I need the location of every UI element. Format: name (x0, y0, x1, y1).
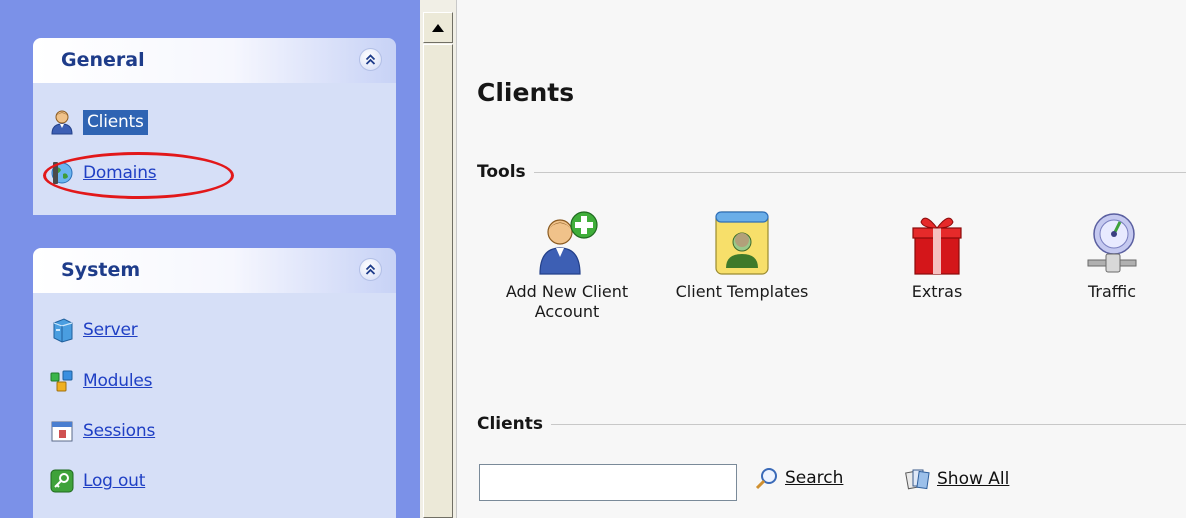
sidebar-item-sessions-label: Sessions (83, 421, 156, 441)
double-chevron-up-icon (365, 264, 376, 275)
sidebar-item-logout-label: Log out (83, 471, 146, 491)
domains-highlight-annotation (43, 152, 234, 199)
client-search-input[interactable] (479, 464, 737, 501)
tool-add-new-client[interactable]: Add New Client Account (487, 208, 647, 322)
main-content: Clients Tools Add New Client Account Cli… (457, 0, 1186, 518)
traffic-gauge-icon (1079, 208, 1145, 278)
server-box-icon (49, 317, 75, 343)
gift-icon (904, 208, 970, 278)
tool-extras-label: Extras (911, 282, 963, 301)
double-chevron-up-icon (365, 54, 376, 65)
tool-client-templates-label: Client Templates (675, 282, 809, 301)
clients-section-divider (477, 424, 1186, 425)
add-client-icon (534, 208, 600, 278)
client-user-icon (49, 109, 75, 135)
tool-extras[interactable]: Extras (877, 208, 997, 302)
logout-key-icon (49, 468, 75, 494)
sidebar-item-server-label: Server (83, 320, 138, 340)
panel-general-header[interactable]: General (33, 38, 396, 83)
sidebar-item-server[interactable]: Server (49, 315, 138, 345)
panel-system-title: System (61, 259, 141, 281)
panel-system-body: Server Modules Sessions Log out (33, 293, 396, 518)
scroll-up-button[interactable] (423, 12, 453, 43)
magnifier-icon (755, 468, 777, 490)
search-button[interactable]: Search (755, 466, 843, 490)
page-title: Clients (477, 78, 575, 107)
arrow-up-icon (432, 23, 444, 32)
scroll-thumb[interactable] (423, 44, 453, 518)
sidebar-item-clients-label: Clients (83, 109, 148, 135)
client-templates-icon (709, 208, 775, 278)
clients-section-title: Clients (477, 414, 552, 434)
modules-icon (49, 368, 75, 394)
sidebar-item-clients[interactable]: Clients (49, 107, 148, 137)
panel-general-title: General (61, 49, 145, 71)
show-all-pages-icon (905, 469, 930, 490)
sidebar-item-sessions[interactable]: Sessions (49, 416, 155, 446)
panel-system-header[interactable]: System (33, 248, 396, 293)
sidebar-item-modules[interactable]: Modules (49, 366, 152, 396)
sidebar-item-logout[interactable]: Log out (49, 466, 145, 496)
tools-section-title: Tools (477, 162, 534, 182)
panel-system: System Server Modules Sessions Log out (33, 248, 396, 518)
show-all-button[interactable]: Show All (905, 466, 1009, 492)
sidebar-scrollbar[interactable] (420, 0, 456, 518)
tools-section-divider (477, 172, 1186, 173)
tool-traffic-label: Traffic (1087, 282, 1137, 301)
collapse-system-button[interactable] (359, 258, 382, 281)
sidebar: General Clients Domains System Server Mo… (0, 0, 420, 518)
show-all-button-label: Show All (937, 469, 1010, 489)
collapse-general-button[interactable] (359, 48, 382, 71)
tool-traffic[interactable]: Traffic (1057, 208, 1167, 302)
search-button-label: Search (785, 468, 844, 488)
tool-client-templates[interactable]: Client Templates (657, 208, 827, 302)
sidebar-item-modules-label: Modules (83, 371, 153, 391)
sessions-calendar-icon (49, 418, 75, 444)
tool-add-new-client-label: Add New Client Account (505, 282, 629, 321)
